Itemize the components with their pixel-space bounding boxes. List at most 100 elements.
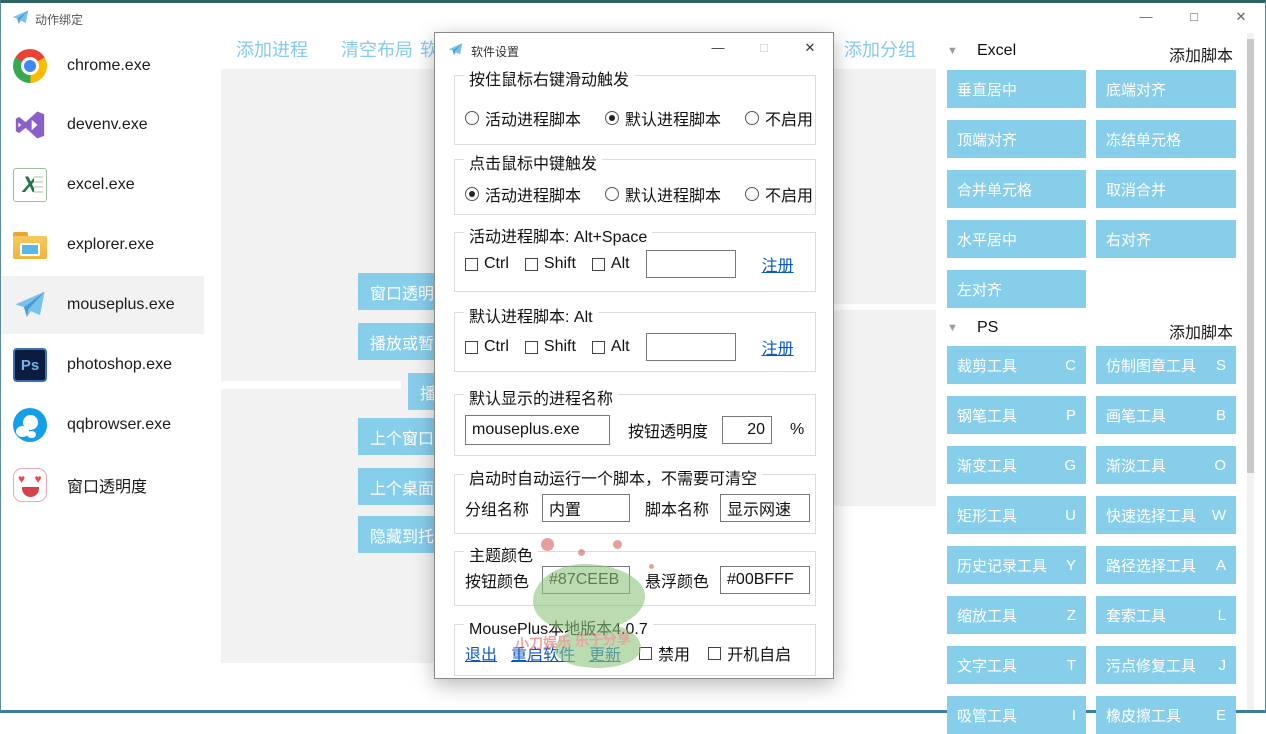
radio-icon[interactable] [745,187,759,201]
checkbox-ctrl[interactable]: Ctrl [465,255,509,273]
shortcut-key: Z [1067,607,1076,624]
script-button-label: 吸管工具 [957,705,1017,726]
script-button[interactable]: 路径选择工具A [1096,546,1236,584]
script-button[interactable]: 仿制图章工具S [1096,346,1236,384]
exit-link[interactable]: 退出 [465,641,497,665]
script-button[interactable]: 吸管工具I [947,696,1086,734]
script-button[interactable]: 历史记录工具Y [947,546,1086,584]
script-button[interactable]: 冻结单元格 [1096,120,1236,158]
script-button[interactable]: 左对齐 [947,270,1086,308]
radio-option[interactable]: 默认进程脚本 [605,106,721,130]
nav-add-group[interactable]: 添加分组 [844,36,916,62]
collapse-triangle-icon[interactable]: ▼ [947,322,958,334]
process-name-input[interactable] [465,415,610,445]
sidebar-item-explorer[interactable]: explorer.exe [1,216,204,274]
checkbox-icon[interactable] [639,647,652,660]
radio-option[interactable]: 活动进程脚本 [465,106,581,130]
button-color-input[interactable] [542,566,630,594]
excel-script-grid: 垂直居中 底端对齐 顶端对齐 冻结单元格 合并单元格 取消合并 水平居中 右对齐… [947,70,1236,308]
add-script-link-excel[interactable]: 添加脚本 [1169,42,1233,66]
radio-icon[interactable] [745,111,759,125]
nav-add-process[interactable]: 添加进程 [236,36,308,62]
script-button[interactable]: 橡皮擦工具E [1096,696,1236,734]
checkbox-autostart[interactable]: 开机自启 [708,641,791,665]
radio-icon[interactable] [605,187,619,201]
checkbox-icon[interactable] [592,341,605,354]
add-script-link-ps[interactable]: 添加脚本 [1169,319,1233,343]
checkbox-shift[interactable]: Shift [525,338,576,356]
script-button[interactable]: 取消合并 [1096,170,1236,208]
sidebar-item-chrome[interactable]: chrome.exe [1,37,204,95]
ps-script-grid: 裁剪工具C 仿制图章工具S 钢笔工具P 画笔工具B 渐变工具G 渐淡工具O 矩形… [947,346,1236,734]
script-button[interactable]: 合并单元格 [947,170,1086,208]
dialog-minimize-button[interactable]: — [701,35,735,61]
script-button[interactable]: 矩形工具U [947,496,1086,534]
radio-option[interactable]: 活动进程脚本 [465,182,581,206]
default-hotkey-input[interactable] [646,333,736,361]
script-button[interactable]: 垂直居中 [947,70,1086,108]
sidebar-item-devenv[interactable]: devenv.exe [1,96,204,154]
shortcut-key: L [1218,607,1226,624]
sidebar-item-window-opacity[interactable]: 窗口透明度 [1,456,204,514]
window-minimize-button[interactable]: — [1123,3,1169,31]
collapse-triangle-icon[interactable]: ▼ [947,45,958,57]
script-button[interactable]: 裁剪工具C [947,346,1086,384]
opacity-input[interactable] [722,416,772,444]
sidebar-item-mouseplus[interactable]: mouseplus.exe [1,276,204,334]
sidebar-item-qqbrowser[interactable]: qqbrowser.exe [1,396,204,454]
shortcut-key: G [1064,457,1076,474]
checkbox-icon[interactable] [525,258,538,271]
checkbox-icon[interactable] [708,647,721,660]
script-button[interactable]: 文字工具T [947,646,1086,684]
group-title: 活动进程脚本: Alt+Space [464,223,652,247]
sidebar-item-excel[interactable]: excel.exe [1,156,204,214]
script-button[interactable]: 套索工具L [1096,596,1236,634]
dialog-close-button[interactable]: ✕ [793,35,827,61]
window-close-button[interactable]: ✕ [1218,3,1264,31]
checkbox-disable[interactable]: 禁用 [639,641,690,665]
sidebar-item-photoshop[interactable]: Ps photoshop.exe [1,336,204,394]
group-name-input[interactable] [542,494,630,522]
shortcut-key: O [1214,457,1226,474]
register-link[interactable]: 注册 [762,252,794,276]
script-button[interactable]: 渐变工具G [947,446,1086,484]
checkbox-icon[interactable] [465,258,478,271]
script-button[interactable]: 快速选择工具W [1096,496,1236,534]
dialog-maximize-button[interactable]: □ [747,35,781,61]
checkbox-icon[interactable] [465,341,478,354]
scrollbar-thumb[interactable] [1247,39,1254,473]
checkbox-shift[interactable]: Shift [525,255,576,273]
script-button[interactable]: 钢笔工具P [947,396,1086,434]
checkbox-label: Ctrl [484,338,509,356]
radio-icon-checked[interactable] [465,187,479,201]
nav-clear-layout[interactable]: 清空布局 [341,36,413,62]
checkbox-icon[interactable] [525,341,538,354]
script-button[interactable]: 底端对齐 [1096,70,1236,108]
radio-icon-checked[interactable] [605,111,619,125]
update-link[interactable]: 更新 [589,641,621,665]
active-hotkey-input[interactable] [646,250,736,278]
script-button-label: 取消合并 [1106,179,1166,200]
register-link[interactable]: 注册 [762,335,794,359]
script-name-input[interactable] [720,494,810,522]
script-button[interactable]: 顶端对齐 [947,120,1086,158]
checkbox-ctrl[interactable]: Ctrl [465,338,509,356]
script-button[interactable]: 画笔工具B [1096,396,1236,434]
script-button[interactable]: 污点修复工具J [1096,646,1236,684]
radio-option[interactable]: 不启用 [745,182,813,206]
checkbox-icon[interactable] [592,258,605,271]
checkbox-alt[interactable]: Alt [592,255,630,273]
window-maximize-button[interactable]: □ [1171,3,1217,31]
radio-icon[interactable] [465,111,479,125]
group-default-hotkey: 默认进程脚本: Alt Ctrl Shift Alt 注册 [454,312,816,372]
restart-link[interactable]: 重启软件 [511,641,575,665]
sidebar-item-label: 窗口透明度 [67,473,147,497]
hover-color-input[interactable] [720,566,810,594]
radio-option[interactable]: 默认进程脚本 [605,182,721,206]
radio-option[interactable]: 不启用 [745,106,813,130]
checkbox-alt[interactable]: Alt [592,338,630,356]
script-button[interactable]: 缩放工具Z [947,596,1086,634]
script-button[interactable]: 渐淡工具O [1096,446,1236,484]
script-button[interactable]: 水平居中 [947,220,1086,258]
script-button[interactable]: 右对齐 [1096,220,1236,258]
